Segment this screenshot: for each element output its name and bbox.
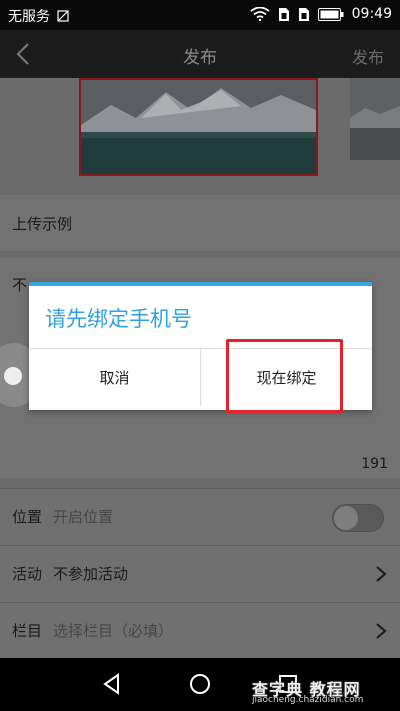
no-sim-icon — [57, 10, 70, 22]
circle-home-icon[interactable] — [188, 672, 212, 696]
triangle-back-icon[interactable] — [100, 672, 124, 696]
chevron-right-icon — [376, 566, 387, 582]
highlight-annotation — [226, 339, 343, 413]
cancel-button[interactable]: 取消 — [29, 349, 200, 406]
publish-button[interactable]: 发布 — [352, 44, 384, 68]
upload-example-label: 上传示例 — [12, 215, 73, 233]
sim-card-icon — [278, 7, 289, 21]
lake-image — [350, 78, 400, 160]
location-row[interactable]: 位置 开启位置 — [0, 488, 400, 545]
upload-example-section: 上传示例 — [0, 195, 400, 251]
status-bar: 无服务 09:49 — [0, 0, 400, 30]
watermark-url: jiaocheng.chazidian.com — [252, 695, 364, 705]
chevron-right-icon — [376, 623, 387, 639]
battery-icon — [317, 7, 344, 21]
dialog-title: 请先绑定手机号 — [45, 307, 192, 331]
activity-label: 活动 — [12, 565, 43, 583]
example-photo[interactable] — [79, 78, 318, 176]
post-text: 不 — [12, 276, 28, 294]
page-title: 发布 — [183, 48, 217, 68]
location-toggle[interactable] — [332, 504, 384, 532]
column-row[interactable]: 栏目 选择栏目（必填） — [0, 602, 400, 659]
toggle-knob — [334, 506, 358, 530]
location-value: 开启位置 — [53, 508, 114, 526]
carrier-text: 无服务 — [8, 9, 50, 25]
clock: 09:49 — [351, 6, 392, 22]
char-count: 191 — [361, 456, 388, 472]
activity-row[interactable]: 活动 不参加活动 — [0, 545, 400, 602]
column-value: 选择栏目（必填） — [53, 622, 174, 640]
assist-dot-icon — [4, 367, 22, 385]
column-label: 栏目 — [12, 622, 43, 640]
location-label: 位置 — [12, 508, 43, 526]
status-right: 09:49 — [250, 6, 392, 22]
sim-card-icon-2 — [298, 7, 309, 21]
app-bar: 发布 发布 — [0, 30, 400, 78]
mountain-lake-image — [81, 80, 316, 174]
status-left: 无服务 — [8, 6, 70, 26]
wifi-icon — [250, 7, 270, 21]
activity-value: 不参加活动 — [53, 565, 129, 583]
site-watermark: 查字典 教程网 jiaocheng.chazidian.com — [252, 676, 392, 708]
example-photo-2[interactable] — [350, 78, 400, 160]
